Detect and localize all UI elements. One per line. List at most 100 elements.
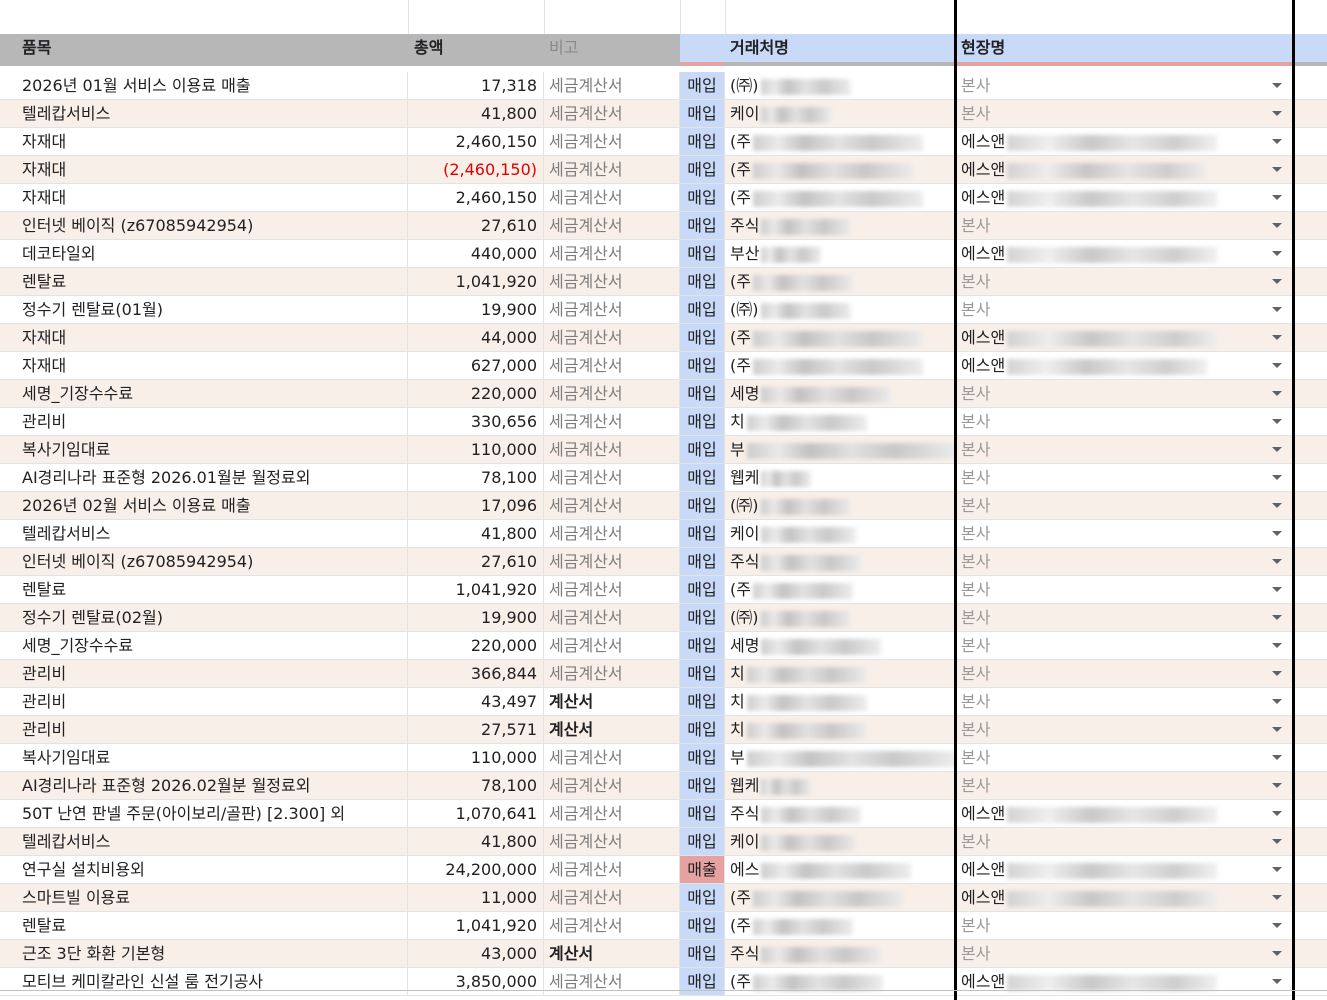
cell-item[interactable]: 정수기 렌탈료(01월) xyxy=(0,296,408,323)
cell-amount[interactable]: 19,900 xyxy=(408,604,544,631)
dropdown-arrow-icon[interactable] xyxy=(1272,615,1282,620)
cell-vendor[interactable]: 웹케 xyxy=(725,464,956,491)
cell-item[interactable]: 근조 3단 화환 기본형 xyxy=(0,940,408,967)
dropdown-arrow-icon[interactable] xyxy=(1272,923,1282,928)
cell-type[interactable]: 매입 xyxy=(680,884,725,911)
cell-note[interactable]: 세금계산서 xyxy=(544,744,680,771)
cell-amount[interactable]: 78,100 xyxy=(408,464,544,491)
cell-item[interactable]: 세명_기장수수료 xyxy=(0,632,408,659)
cell-note[interactable]: 세금계산서 xyxy=(544,492,680,519)
cell-vendor[interactable]: 주식 xyxy=(725,800,956,827)
cell-vendor[interactable]: 치 xyxy=(725,660,956,687)
cell-type[interactable]: 매입 xyxy=(680,716,725,743)
cell-note[interactable]: 세금계산서 xyxy=(544,352,680,379)
cell-type[interactable]: 매입 xyxy=(680,212,725,239)
cell-site[interactable]: 에스앤 xyxy=(956,156,1294,183)
cell-vendor[interactable]: (주 xyxy=(725,912,956,939)
cell-item[interactable]: 연구실 설치비용외 xyxy=(0,856,408,883)
cell-note[interactable]: 세금계산서 xyxy=(544,464,680,491)
cell-item[interactable]: 데코타일외 xyxy=(0,240,408,267)
cell-site[interactable]: 에스앤 xyxy=(956,240,1294,267)
cell-note[interactable]: 세금계산서 xyxy=(544,632,680,659)
cell-site[interactable]: 본사 xyxy=(956,828,1294,855)
cell-note[interactable]: 세금계산서 xyxy=(544,184,680,211)
cell-site[interactable]: 에스앤 xyxy=(956,324,1294,351)
header-note[interactable]: 비고 xyxy=(544,34,680,62)
cell-item[interactable]: 50T 난연 판넬 주문(아이보리/골판) [2.300] 외 xyxy=(0,800,408,827)
header-amount[interactable]: 총액 xyxy=(408,34,544,62)
cell-site[interactable]: 에스앤 xyxy=(956,800,1294,827)
cell-item[interactable]: 텔레캅서비스 xyxy=(0,520,408,547)
cell-site[interactable]: 본사 xyxy=(956,72,1294,99)
cell-type[interactable]: 매입 xyxy=(680,912,725,939)
cell-item[interactable]: 텔레캅서비스 xyxy=(0,100,408,127)
cell-note[interactable]: 세금계산서 xyxy=(544,100,680,127)
cell-note[interactable]: 세금계산서 xyxy=(544,212,680,239)
cell-note[interactable]: 세금계산서 xyxy=(544,408,680,435)
cell-type[interactable]: 매입 xyxy=(680,268,725,295)
cell-type[interactable]: 매입 xyxy=(680,128,725,155)
dropdown-arrow-icon[interactable] xyxy=(1272,167,1282,172)
cell-vendor[interactable]: (주 xyxy=(725,352,956,379)
dropdown-arrow-icon[interactable] xyxy=(1272,251,1282,256)
cell-note[interactable]: 계산서 xyxy=(544,716,680,743)
cell-amount[interactable]: 43,000 xyxy=(408,940,544,967)
cell-site[interactable]: 에스앤 xyxy=(956,128,1294,155)
dropdown-arrow-icon[interactable] xyxy=(1272,503,1282,508)
dropdown-arrow-icon[interactable] xyxy=(1272,559,1282,564)
cell-item[interactable]: 복사기임대료 xyxy=(0,436,408,463)
cell-item[interactable]: 렌탈료 xyxy=(0,576,408,603)
cell-type[interactable]: 매입 xyxy=(680,520,725,547)
cell-type[interactable]: 매입 xyxy=(680,380,725,407)
cell-type[interactable]: 매입 xyxy=(680,688,725,715)
dropdown-arrow-icon[interactable] xyxy=(1272,951,1282,956)
cell-vendor[interactable]: 케이 xyxy=(725,520,956,547)
cell-amount[interactable]: 1,041,920 xyxy=(408,912,544,939)
dropdown-arrow-icon[interactable] xyxy=(1272,811,1282,816)
cell-site[interactable]: 본사 xyxy=(956,688,1294,715)
cell-site[interactable]: 본사 xyxy=(956,212,1294,239)
cell-site[interactable]: 본사 xyxy=(956,632,1294,659)
dropdown-arrow-icon[interactable] xyxy=(1272,699,1282,704)
cell-amount[interactable]: 27,571 xyxy=(408,716,544,743)
cell-amount[interactable]: 220,000 xyxy=(408,380,544,407)
cell-site[interactable]: 본사 xyxy=(956,576,1294,603)
cell-site[interactable]: 본사 xyxy=(956,464,1294,491)
cell-site[interactable]: 에스앤 xyxy=(956,856,1294,883)
cell-vendor[interactable]: 부산 xyxy=(725,240,956,267)
cell-site[interactable]: 본사 xyxy=(956,100,1294,127)
cell-item[interactable]: 스마트빌 이용료 xyxy=(0,884,408,911)
cell-note[interactable]: 세금계산서 xyxy=(544,436,680,463)
cell-amount[interactable]: 43,497 xyxy=(408,688,544,715)
dropdown-arrow-icon[interactable] xyxy=(1272,195,1282,200)
dropdown-arrow-icon[interactable] xyxy=(1272,83,1282,88)
cell-site[interactable]: 본사 xyxy=(956,492,1294,519)
cell-amount[interactable]: 27,610 xyxy=(408,212,544,239)
cell-vendor[interactable]: (주 xyxy=(725,184,956,211)
cell-amount[interactable]: 41,800 xyxy=(408,100,544,127)
cell-site[interactable]: 본사 xyxy=(956,296,1294,323)
cell-note[interactable]: 계산서 xyxy=(544,940,680,967)
cell-type[interactable]: 매입 xyxy=(680,828,725,855)
cell-vendor[interactable]: (주 xyxy=(725,156,956,183)
cell-vendor[interactable]: 주식 xyxy=(725,940,956,967)
cell-site[interactable]: 본사 xyxy=(956,772,1294,799)
cell-amount[interactable]: 11,000 xyxy=(408,884,544,911)
cell-site[interactable]: 본사 xyxy=(956,408,1294,435)
cell-note[interactable]: 세금계산서 xyxy=(544,576,680,603)
cell-amount[interactable]: 41,800 xyxy=(408,828,544,855)
cell-vendor[interactable]: 부 xyxy=(725,744,956,771)
header-vendor[interactable]: 거래처명 xyxy=(725,34,956,62)
cell-vendor[interactable]: 에스 xyxy=(725,856,956,883)
dropdown-arrow-icon[interactable] xyxy=(1272,475,1282,480)
dropdown-arrow-icon[interactable] xyxy=(1272,867,1282,872)
dropdown-arrow-icon[interactable] xyxy=(1272,139,1282,144)
cell-site[interactable]: 본사 xyxy=(956,520,1294,547)
dropdown-arrow-icon[interactable] xyxy=(1272,419,1282,424)
dropdown-arrow-icon[interactable] xyxy=(1272,111,1282,116)
cell-type[interactable]: 매입 xyxy=(680,492,725,519)
cell-amount[interactable]: 19,900 xyxy=(408,296,544,323)
cell-vendor[interactable]: 주식 xyxy=(725,548,956,575)
cell-site[interactable]: 본사 xyxy=(956,268,1294,295)
cell-note[interactable]: 세금계산서 xyxy=(544,800,680,827)
